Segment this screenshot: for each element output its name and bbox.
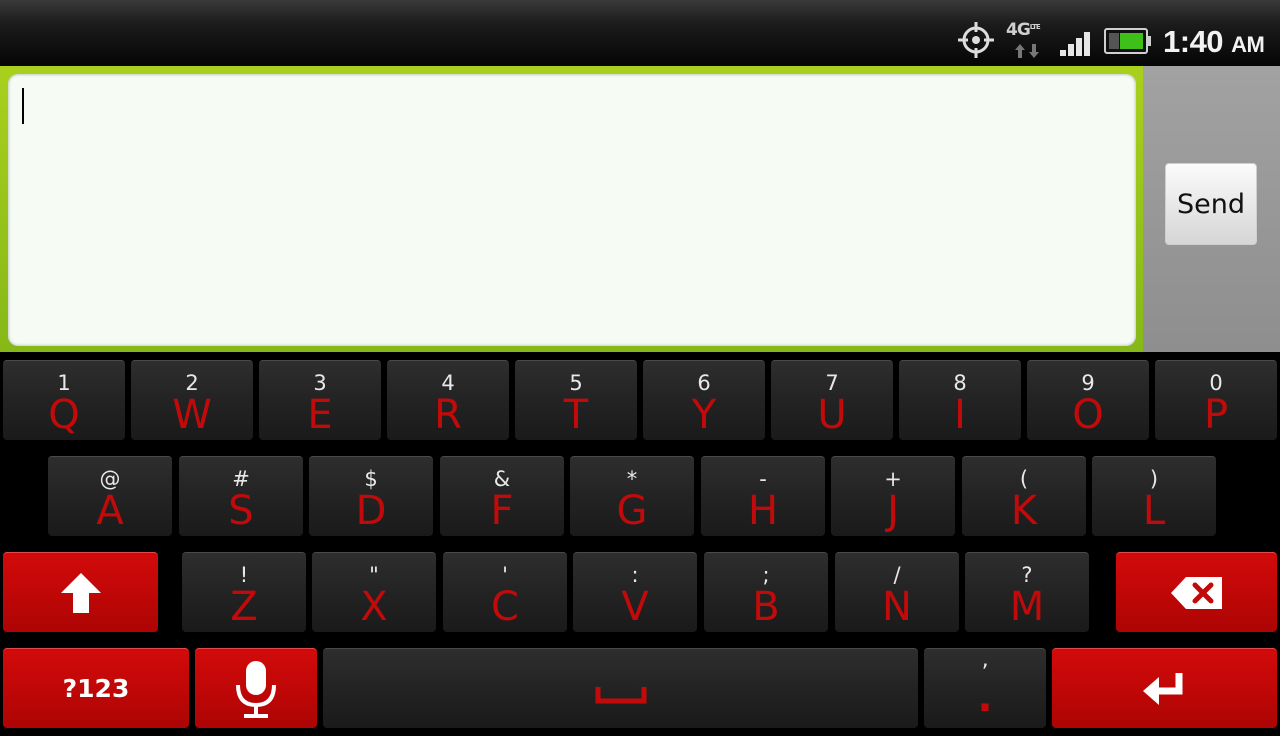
key-r[interactable]: 4 R: [387, 360, 509, 440]
period-key[interactable]: ’ .: [924, 648, 1046, 728]
backspace-icon: [1170, 576, 1222, 609]
key-label: L: [1142, 488, 1166, 534]
gps-icon: [958, 22, 994, 58]
key-label: K: [1010, 488, 1038, 534]
key-label: V: [621, 584, 649, 630]
key-label: E: [307, 392, 333, 438]
key-c[interactable]: ' C: [443, 552, 567, 632]
voice-input-key[interactable]: [195, 648, 317, 728]
key-d[interactable]: $ D: [309, 456, 433, 536]
key-g[interactable]: * G: [570, 456, 694, 536]
signal-icon: [1060, 32, 1090, 56]
key-i[interactable]: 8 I: [899, 360, 1021, 440]
key-e[interactable]: 3 E: [259, 360, 381, 440]
text-cursor: [22, 88, 24, 124]
battery-icon: [1104, 28, 1151, 54]
clock: 1:40 AM: [1163, 24, 1265, 60]
key-l[interactable]: ) L: [1092, 456, 1216, 536]
network-label: 4G: [1006, 20, 1031, 40]
enter-key[interactable]: [1052, 648, 1277, 728]
key-label: Y: [691, 392, 717, 438]
key-n[interactable]: / N: [835, 552, 959, 632]
key-a[interactable]: @ A: [48, 456, 172, 536]
key-s[interactable]: # S: [179, 456, 303, 536]
key-f[interactable]: & F: [440, 456, 564, 536]
symbols-key[interactable]: ?123: [3, 648, 189, 728]
key-label: W: [172, 392, 212, 438]
key-label: F: [490, 488, 514, 534]
key-v[interactable]: : V: [573, 552, 697, 632]
message-frame: [0, 66, 1143, 352]
message-input[interactable]: [8, 74, 1136, 346]
network-sub-label: LTE: [1029, 23, 1041, 31]
space-icon: [595, 686, 646, 704]
key-label: J: [887, 488, 899, 534]
compose-area: Send: [0, 66, 1280, 352]
key-label: I: [954, 392, 966, 438]
soft-keyboard: 1 Q 2 W 3 E 4 R 5 T 6 Y 7 U 8 I 9 O 0 P …: [0, 352, 1280, 736]
status-bar: 4GLTE 1:40 AM: [0, 0, 1280, 66]
key-m[interactable]: ? M: [965, 552, 1089, 632]
key-z[interactable]: ! Z: [182, 552, 306, 632]
key-w[interactable]: 2 W: [131, 360, 253, 440]
key-j[interactable]: + J: [831, 456, 955, 536]
key-x[interactable]: " X: [312, 552, 436, 632]
key-t[interactable]: 5 T: [515, 360, 637, 440]
key-b[interactable]: ; B: [704, 552, 828, 632]
microphone-icon: [236, 660, 276, 718]
key-label: Q: [48, 392, 80, 438]
key-label: B: [752, 584, 780, 630]
key-label: U: [817, 392, 847, 438]
key-label: P: [1203, 392, 1229, 438]
symbols-key-label: ?123: [62, 674, 130, 703]
key-p[interactable]: 0 P: [1155, 360, 1277, 440]
key-label: .: [977, 675, 993, 721]
key-label: H: [747, 488, 779, 534]
key-k[interactable]: ( K: [962, 456, 1086, 536]
key-label: D: [355, 488, 387, 534]
key-label: N: [882, 584, 912, 630]
key-label: Z: [230, 584, 258, 630]
key-q[interactable]: 1 Q: [3, 360, 125, 440]
shift-key[interactable]: [3, 552, 158, 632]
key-h[interactable]: - H: [701, 456, 825, 536]
space-key[interactable]: [323, 648, 918, 728]
send-button[interactable]: Send: [1165, 163, 1257, 245]
key-label: T: [563, 392, 589, 438]
key-label: O: [1072, 392, 1104, 438]
key-o[interactable]: 9 O: [1027, 360, 1149, 440]
network-type: 4GLTE: [1006, 20, 1041, 40]
backspace-key[interactable]: [1116, 552, 1277, 632]
clock-time: 1:40: [1163, 24, 1224, 59]
key-label: S: [228, 488, 254, 534]
key-label: G: [616, 488, 648, 534]
send-panel: Send: [1143, 66, 1280, 352]
key-label: R: [434, 392, 462, 438]
enter-icon: [1142, 672, 1182, 705]
key-label: A: [96, 488, 124, 534]
key-label: M: [1009, 584, 1045, 630]
key-y[interactable]: 6 Y: [643, 360, 765, 440]
shift-icon: [60, 572, 101, 613]
key-label: X: [360, 584, 388, 630]
key-label: C: [491, 584, 519, 630]
key-u[interactable]: 7 U: [771, 360, 893, 440]
data-arrows-icon: [1015, 44, 1039, 58]
clock-ampm: AM: [1231, 32, 1265, 57]
